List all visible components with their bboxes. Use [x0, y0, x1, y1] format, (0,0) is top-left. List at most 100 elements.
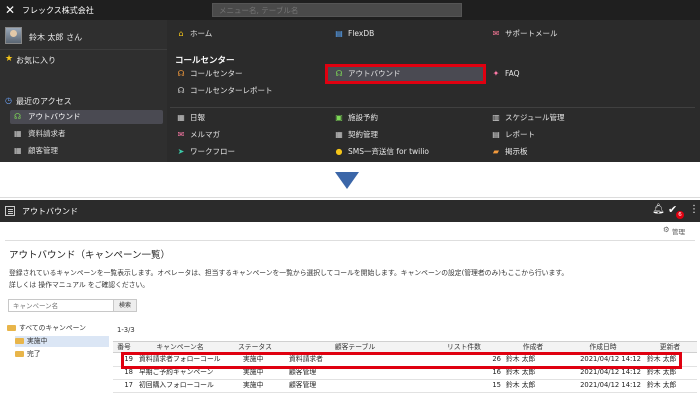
- menu-icon[interactable]: [5, 206, 15, 216]
- section-title-callcenter: コールセンター: [175, 56, 235, 66]
- tree-item-label: 実施中: [27, 337, 48, 345]
- mail-icon: ✉: [177, 130, 185, 139]
- menu-item-sms[interactable]: ● SMS一斉送信 for twilio: [333, 146, 430, 158]
- menu-item-schedule[interactable]: ▥ スケジュール管理: [490, 112, 564, 124]
- menu-item-report[interactable]: ▤ レポート: [490, 129, 535, 141]
- menu-item-label: スケジュール管理: [505, 113, 565, 122]
- favorites-label[interactable]: お気に入り: [16, 55, 56, 66]
- headset-icon: ☊: [177, 69, 185, 78]
- table-row[interactable]: 17 初回購入フォローコール 実施中 顧客管理 15 鈴木 太郎 2021/04…: [113, 380, 697, 393]
- page-description: 登録されているキャンペーンを一覧表示します。オペレータは、担当するキャンペーンを…: [9, 267, 689, 291]
- user-name[interactable]: 鈴木 太郎 さん: [29, 32, 82, 43]
- close-icon[interactable]: ✕: [5, 3, 15, 17]
- home-icon: ⌂: [178, 29, 184, 38]
- table-icon: ▦: [14, 146, 22, 155]
- menu-item-label: ワークフロー: [190, 147, 235, 156]
- table-cell: 15: [492, 381, 501, 389]
- menu-item-support-mail[interactable]: ✉ サポートメール: [490, 28, 558, 40]
- contract-icon: ▦: [335, 130, 343, 139]
- menu-item-contract[interactable]: ▦ 契約管理: [333, 129, 378, 141]
- description-line: 登録されているキャンペーンを一覧表示します。オペレータは、担当するキャンペーンを…: [9, 269, 569, 277]
- menu-item-daily-report[interactable]: ▦ 日報: [175, 112, 205, 124]
- menu-item-label: FlexDB: [348, 29, 375, 38]
- recent-item-label: 顧客管理: [28, 146, 58, 155]
- table-cell[interactable]: 初回購入フォローコール: [139, 380, 227, 391]
- recent-item-label: 資料請求者: [28, 129, 66, 138]
- recent-item-document-request[interactable]: ▦ 資料請求者: [10, 127, 163, 141]
- top-bar: ✕ フレックス株式会社: [0, 0, 700, 20]
- menu-item-label: メルマガ: [190, 130, 220, 139]
- folder-icon: [15, 338, 24, 344]
- table-cell: 顧客管理: [289, 381, 317, 389]
- board-icon: ▰: [492, 147, 500, 156]
- tree-item-label: 完了: [27, 350, 41, 358]
- database-icon: ▤: [335, 29, 343, 38]
- menu-item-mailmag[interactable]: ✉ メルマガ: [175, 129, 220, 141]
- search-button[interactable]: 検索: [113, 299, 137, 312]
- menu-item-label: 施設予約: [348, 113, 378, 122]
- menu-item-label: ホーム: [190, 29, 213, 38]
- headset-icon: ☊: [14, 112, 22, 121]
- menu-item-callcenter-report[interactable]: ☊ コールセンターレポート: [175, 85, 272, 97]
- clock-icon: ◷: [5, 96, 12, 105]
- menu-item-label: 契約管理: [348, 130, 378, 139]
- report-icon: ▦: [177, 113, 185, 122]
- faq-icon: ✦: [492, 69, 500, 78]
- menu-item-outbound[interactable]: ☊ アウトバウンド: [333, 68, 401, 80]
- campaign-search-input[interactable]: [8, 299, 116, 312]
- menu-item-flexdb[interactable]: ▤ FlexDB: [333, 28, 374, 40]
- menu-item-facility[interactable]: ▣ 施設予約: [333, 112, 378, 124]
- menu-item-workflow[interactable]: ➤ ワークフロー: [175, 146, 235, 158]
- schedule-icon: ▥: [492, 113, 500, 122]
- gear-icon[interactable]: ⚙: [663, 225, 670, 234]
- folder-icon: [15, 351, 24, 357]
- app-header: アウトバウンド 🔔︎ ✔ 6 ⋮: [0, 200, 700, 222]
- menu-item-label: 掲示板: [505, 147, 528, 156]
- headset-icon: ☊: [177, 86, 185, 95]
- menu-item-label: コールセンター: [190, 69, 243, 78]
- down-arrow-icon: [335, 172, 359, 189]
- more-icon[interactable]: ⋮: [689, 204, 699, 215]
- folder-icon: [7, 325, 16, 331]
- menu-item-label: サポートメール: [505, 29, 558, 38]
- menu-item-board[interactable]: ▰ 掲示板: [490, 146, 528, 158]
- global-menu: ✕ フレックス株式会社 鈴木 太郎 さん ★ お気に入り ◷ 最近のアクセス ☊…: [0, 0, 700, 162]
- screenshot-frame: ✕ フレックス株式会社 鈴木 太郎 さん ★ お気に入り ◷ 最近のアクセス ☊…: [0, 0, 700, 420]
- divider: [0, 49, 167, 50]
- facility-icon: ▣: [335, 113, 343, 122]
- menu-item-label: 日報: [190, 113, 205, 122]
- sms-icon: ●: [335, 147, 343, 156]
- support-mail-icon: ✉: [492, 29, 500, 38]
- company-name: フレックス株式会社: [22, 6, 94, 15]
- table-cell: 鈴木 太郎: [647, 381, 677, 389]
- tree-item-done[interactable]: 完了: [15, 349, 41, 360]
- menu-item-label: FAQ: [505, 69, 520, 78]
- menu-search-input[interactable]: [212, 3, 462, 17]
- menu-item-label: アウトバウンド: [348, 69, 401, 78]
- divider: [0, 197, 700, 198]
- notification-badge: 6: [676, 211, 684, 219]
- table-cell: 17: [124, 381, 133, 389]
- recent-item-customer[interactable]: ▦ 顧客管理: [10, 144, 163, 158]
- headset-icon: ☊: [335, 69, 343, 78]
- menu-item-callcenter[interactable]: ☊ コールセンター: [175, 68, 243, 80]
- table-cell: 2021/04/12 14:12: [580, 381, 641, 389]
- bell-icon[interactable]: 🔔︎: [652, 204, 665, 215]
- divider: [170, 107, 695, 108]
- app-title: アウトバウンド: [22, 207, 78, 216]
- campaign-list-panel: アウトバウンド（キャンペーン一覧） 登録されているキャンペーンを一覧表示します。…: [5, 240, 697, 420]
- report-icon: ▤: [492, 130, 500, 139]
- admin-link[interactable]: 管理: [672, 226, 685, 236]
- menu-item-faq[interactable]: ✦ FAQ: [490, 68, 520, 80]
- tree-item-label: すべてのキャンペーン: [19, 324, 86, 332]
- star-icon: ★: [5, 54, 14, 64]
- avatar[interactable]: [5, 27, 22, 44]
- tree-item-all[interactable]: すべてのキャンペーン: [7, 323, 86, 334]
- tree-item-active[interactable]: 実施中: [15, 336, 109, 347]
- menu-item-home[interactable]: ⌂ ホーム: [175, 28, 212, 40]
- menu-left-pane: 鈴木 太郎 さん ★ お気に入り ◷ 最近のアクセス ☊ アウトバウンド ▦ 資…: [0, 20, 167, 162]
- recent-item-outbound[interactable]: ☊ アウトバウンド: [10, 110, 163, 124]
- menu-item-label: レポート: [505, 130, 535, 139]
- recent-access-label: 最近のアクセス: [16, 97, 72, 106]
- description-line: 詳しくは 操作マニュアル をご確認ください。: [9, 281, 150, 289]
